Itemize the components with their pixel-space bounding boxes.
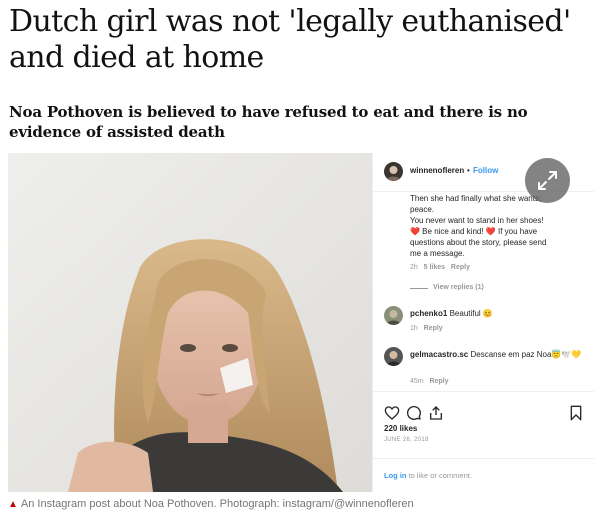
triangle-up-icon: ▲	[8, 499, 18, 510]
comment-time: 1h	[410, 325, 418, 332]
follow-button[interactable]: Follow	[473, 166, 498, 175]
comment-text: Beautiful 😊	[449, 309, 493, 318]
post-time: 2h	[410, 264, 418, 271]
comment-username[interactable]: gelmacastro.sc	[410, 350, 468, 359]
avatar[interactable]	[384, 162, 403, 181]
reply-button[interactable]: Reply	[424, 325, 443, 332]
likes-count[interactable]: 220 likes	[384, 424, 417, 433]
post-text-line: peace.	[410, 205, 435, 214]
expand-icon	[538, 171, 557, 190]
comment-icon[interactable]	[406, 405, 422, 421]
article-standfirst: Noa Pothoven is believed to have refused…	[9, 103, 528, 141]
login-prompt-text: to like or comment.	[406, 471, 472, 480]
comment-meta: 45m Reply	[410, 378, 449, 385]
instagram-username[interactable]: winnenofleren	[410, 166, 464, 175]
login-bar: Log in to like or comment.	[373, 458, 594, 493]
comment: pchenko1 Beautiful 😊	[410, 308, 586, 319]
comment-time: 45m	[410, 378, 424, 385]
post-text-line: questions about the story, please send	[410, 238, 547, 247]
divider	[410, 288, 428, 289]
bookmark-icon[interactable]	[568, 405, 584, 421]
view-replies-link[interactable]: View replies (1)	[433, 284, 484, 291]
comment-username[interactable]: pchenko1	[410, 309, 447, 318]
image-caption: ▲ An Instagram post about Noa Pothoven. P…	[8, 497, 593, 512]
instagram-side-panel: winnenofleren • Follow Then she had fina…	[372, 153, 594, 492]
separator-dot: •	[467, 166, 470, 175]
reply-button[interactable]: Reply	[451, 264, 470, 271]
post-meta: 2h 5 likes Reply	[410, 264, 470, 271]
comment: gelmacastro.sc Descanse em paz Noa😇🕊️💛	[410, 349, 586, 360]
caption-text: An Instagram post about Noa Pothoven. Ph…	[20, 498, 414, 510]
avatar[interactable]	[384, 347, 403, 366]
instagram-photo[interactable]	[8, 153, 372, 492]
login-prompt: Log in to like or comment.	[384, 471, 472, 480]
login-link[interactable]: Log in	[384, 471, 407, 480]
heart-icon[interactable]	[384, 405, 400, 421]
post-likes[interactable]: 5 likes	[424, 264, 445, 271]
comment-meta: 1h Reply	[410, 325, 443, 332]
share-icon[interactable]	[428, 405, 444, 421]
article-headline: Dutch girl was not 'legally euthanised' …	[9, 4, 571, 75]
portrait-image	[8, 153, 372, 492]
comment-text: Descanse em paz Noa😇🕊️💛	[470, 350, 582, 359]
post-text-line: ❤️ Be nice and kind! ❤️ If you have	[410, 227, 538, 236]
post-text-line: me a message.	[410, 249, 465, 258]
post-text-line: You never want to stand in her shoes!	[410, 216, 544, 225]
avatar[interactable]	[384, 306, 403, 325]
expand-button[interactable]	[525, 158, 570, 203]
post-date: JUNE 26, 2018	[384, 437, 429, 443]
instagram-actions: 220 likes JUNE 26, 2018	[373, 391, 594, 452]
embedded-instagram-figure: winnenofleren • Follow Then she had fina…	[8, 153, 594, 492]
reply-button[interactable]: Reply	[429, 378, 448, 385]
